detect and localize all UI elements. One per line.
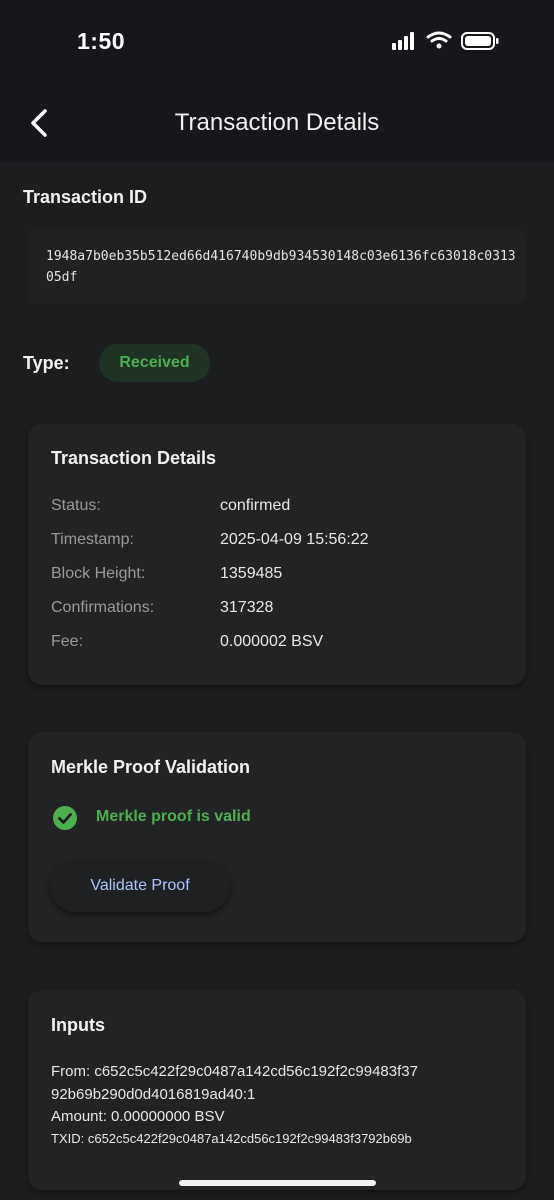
battery-icon — [461, 32, 499, 50]
detail-key: Block Height: — [51, 565, 146, 582]
wifi-icon — [426, 31, 452, 49]
check-circle-icon — [53, 806, 77, 830]
transaction-id-label: Transaction ID — [23, 187, 148, 207]
detail-value: confirmed — [220, 497, 291, 514]
transaction-id-value: 1948a7b0eb35b512ed66d416740b9db934530148… — [46, 249, 516, 285]
status-time: 1:50 — [77, 28, 126, 54]
home-indicator[interactable] — [179, 1180, 376, 1186]
detail-value: 1359485 — [220, 565, 283, 582]
input-from-line1: From: c652c5c422f29c0487a142cd56c192f2c9… — [51, 1063, 418, 1080]
type-label: Type: — [23, 353, 70, 373]
page-title: Transaction Details — [174, 109, 380, 136]
status-icons — [392, 31, 499, 50]
merkle-proof-card: Merkle Proof Validation Merkle proof is … — [28, 732, 526, 942]
details-card-title: Transaction Details — [51, 448, 217, 468]
detail-key: Fee: — [51, 633, 84, 650]
signal-icon — [392, 32, 414, 50]
inputs-card-title: Inputs — [51, 1015, 105, 1035]
input-amount: Amount: 0.00000000 BSV — [51, 1108, 225, 1125]
type-badge: Received — [99, 344, 210, 382]
transaction-details-card: Transaction Details Status: confirmed Ti… — [28, 424, 526, 685]
detail-value: 0.000002 BSV — [220, 633, 324, 650]
detail-value: 2025-04-09 15:56:22 — [220, 531, 369, 548]
detail-key: Confirmations: — [51, 599, 155, 616]
detail-key: Timestamp: — [51, 531, 134, 548]
detail-value: 317328 — [220, 599, 274, 616]
validate-proof-button[interactable]: Validate Proof — [50, 860, 230, 912]
input-txid: TXID: c652c5c422f29c0487a142cd56c192f2c9… — [51, 1131, 412, 1146]
top-bar: 1:50 Transaction Details — [0, 0, 554, 162]
merkle-card-title: Merkle Proof Validation — [51, 757, 251, 777]
detail-key: Status: — [51, 497, 101, 514]
inputs-card: Inputs From: c652c5c422f29c0487a142cd56c… — [28, 990, 526, 1190]
input-from-line2: 92b69b290d0d4016819ad40:1 — [51, 1086, 256, 1103]
transaction-id-box: 1948a7b0eb35b512ed66d416740b9db934530148… — [28, 228, 526, 304]
merkle-status-text: Merkle proof is valid — [96, 808, 251, 825]
